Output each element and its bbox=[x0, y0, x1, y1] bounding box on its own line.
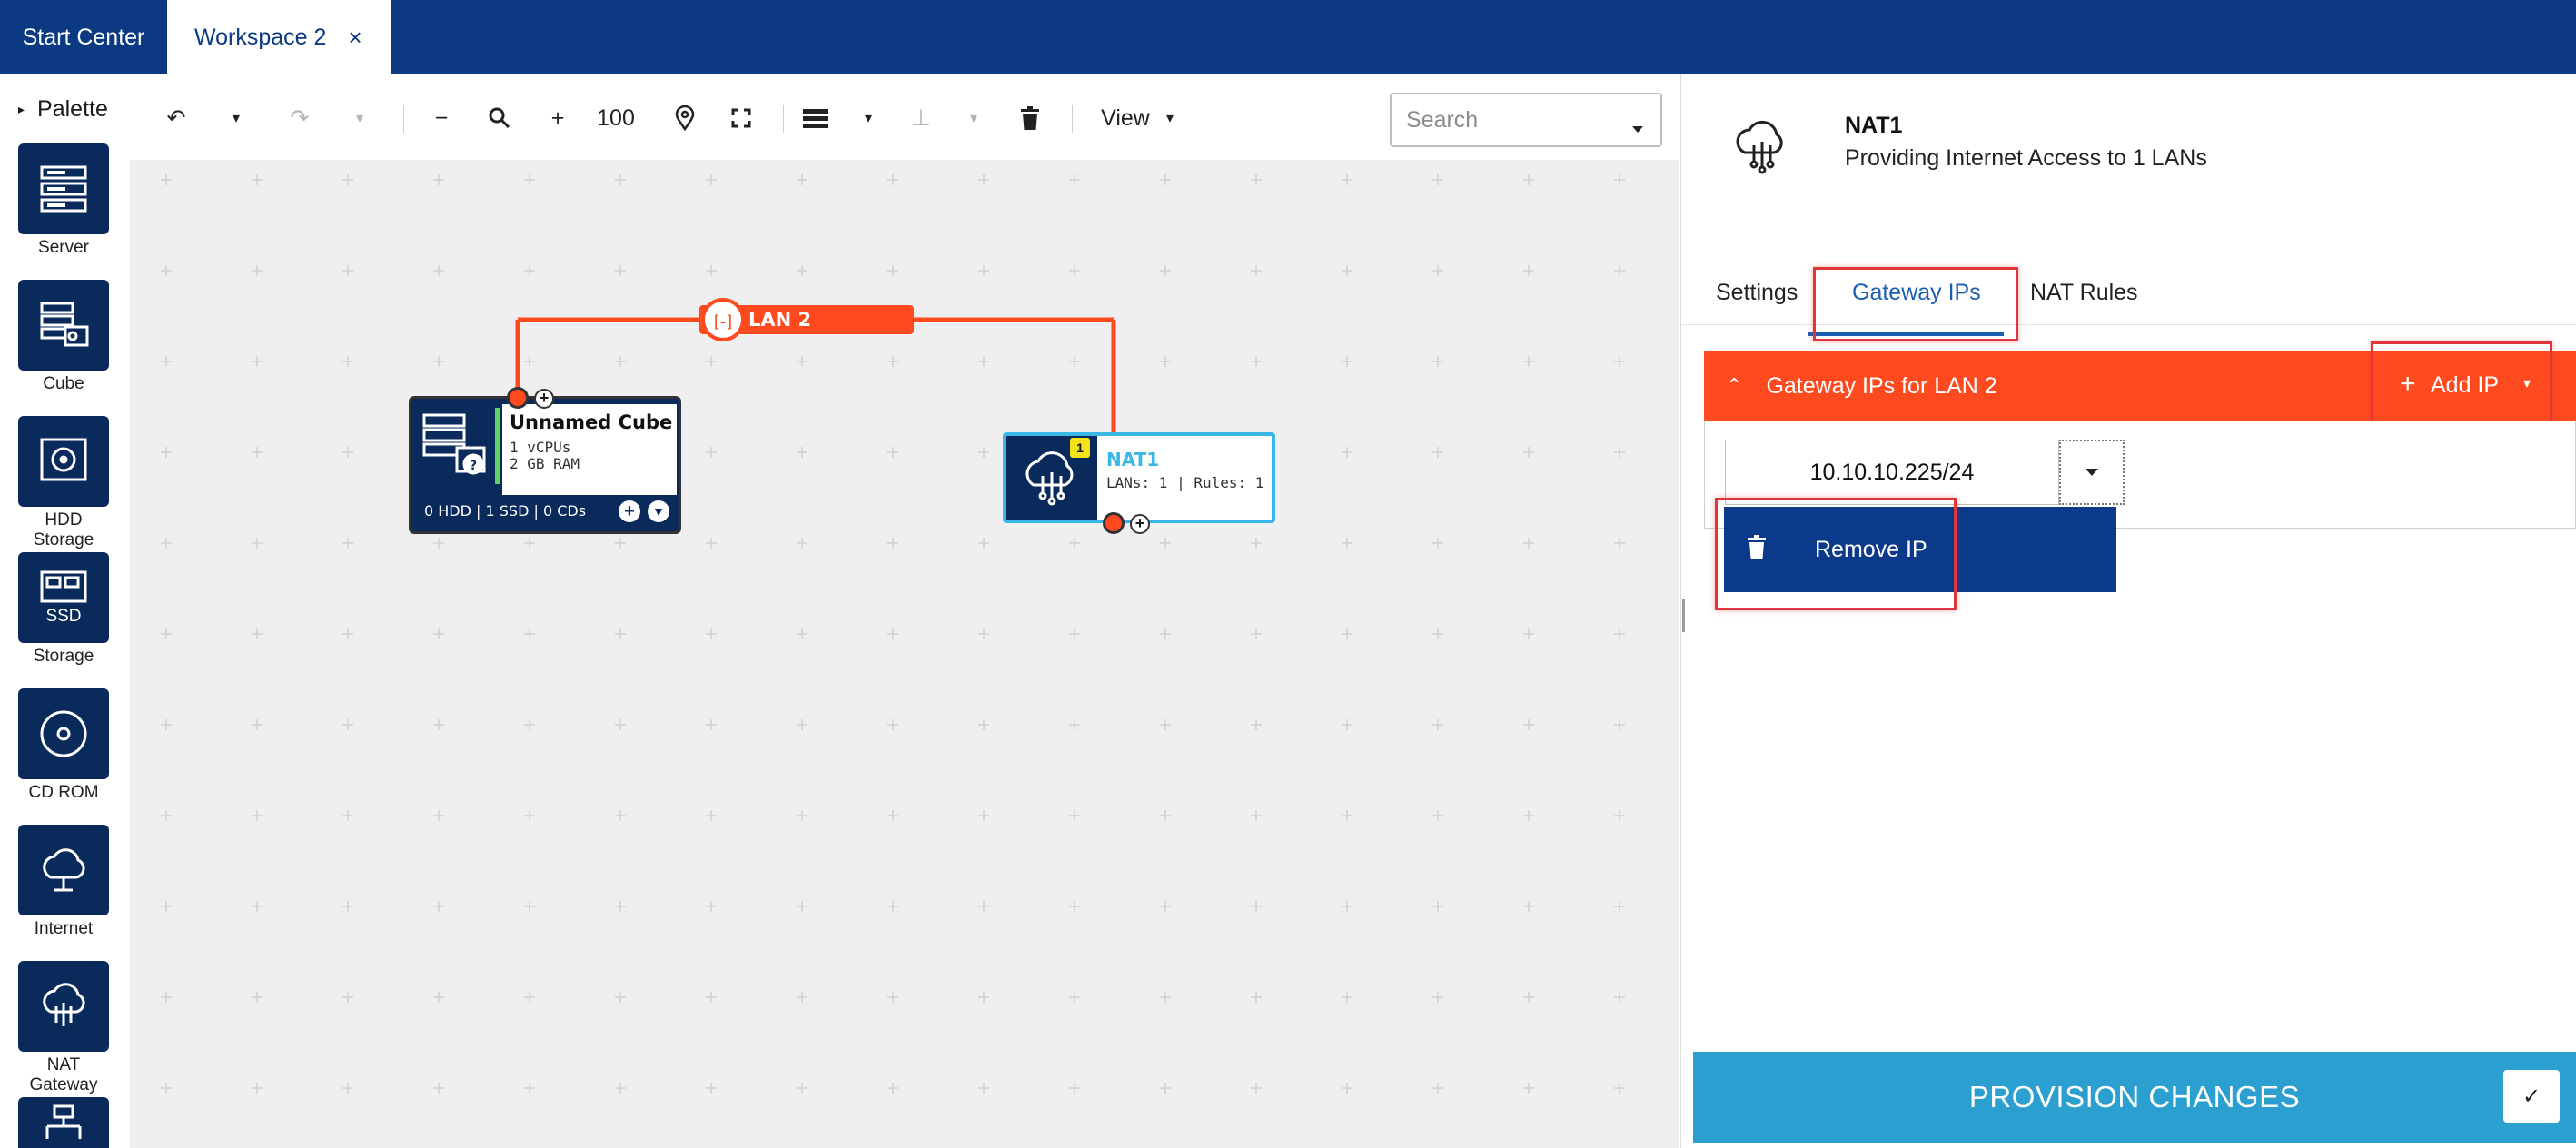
nat-rules-badge: 1 bbox=[1070, 438, 1090, 458]
nat-add-port-icon[interactable]: + bbox=[1130, 514, 1150, 534]
highlight-gateway-ips-tab bbox=[1813, 267, 2018, 341]
panel-subtitle: Providing Internet Access to 1 LANs bbox=[1845, 145, 2207, 171]
cube-ram: 2 GB RAM bbox=[510, 455, 580, 472]
svg-text:[-]: [-] bbox=[714, 312, 733, 332]
tab-settings[interactable]: Settings bbox=[1716, 280, 1798, 325]
lan-label[interactable]: LAN 2 bbox=[748, 309, 811, 331]
cube-add-port-icon[interactable]: + bbox=[534, 389, 554, 409]
properties-panel: NAT1 Providing Internet Access to 1 LANs… bbox=[1680, 74, 2576, 1148]
cube-node-icon: ? bbox=[421, 411, 493, 489]
cube-node[interactable]: ? Unnamed Cube 1 vCPUs 2 GB RAM 0 HDD | … bbox=[409, 396, 681, 534]
cube-storage-summary: 0 HDD | 1 SSD | 0 CDs bbox=[424, 502, 587, 520]
highlight-remove-ip bbox=[1715, 498, 1957, 610]
nat-node-icon: 1 bbox=[1006, 436, 1097, 520]
cube-name: Unnamed Cube bbox=[510, 411, 673, 433]
cube-lan-port[interactable] bbox=[507, 387, 529, 409]
ip-options-dropdown[interactable] bbox=[2059, 440, 2125, 505]
nat-gateway-header-icon bbox=[1729, 111, 1796, 183]
nat-node[interactable]: 1 NAT1 LANs: 1 | Rules: 1 bbox=[1003, 432, 1275, 523]
add-icon[interactable]: + bbox=[619, 500, 640, 522]
cube-cpus: 1 vCPUs bbox=[510, 439, 571, 456]
highlight-add-ip bbox=[2371, 341, 2552, 434]
panel-resize-handle[interactable] bbox=[1682, 599, 1685, 632]
nat-lan-port[interactable] bbox=[1103, 512, 1125, 534]
gateway-ip-field[interactable]: 10.10.10.225/24 bbox=[1725, 440, 2059, 505]
panel-title: NAT1 bbox=[1845, 113, 1903, 138]
svg-text:?: ? bbox=[470, 459, 477, 473]
checkmark-icon[interactable]: ✓ bbox=[2503, 1070, 2560, 1123]
nat-node-name: NAT1 bbox=[1106, 449, 1160, 470]
provision-changes-button[interactable]: PROVISION CHANGES bbox=[1693, 1052, 2576, 1143]
caret-down-icon bbox=[2086, 469, 2098, 476]
cube-status-bar bbox=[495, 408, 500, 484]
gateway-ips-section-title: Gateway IPs for LAN 2 bbox=[1766, 372, 1997, 399]
nat-node-info: LANs: 1 | Rules: 1 bbox=[1106, 474, 1264, 491]
expand-icon[interactable]: ▼ bbox=[648, 500, 669, 522]
collapse-chevron-icon[interactable]: ⌃ bbox=[1726, 374, 1742, 398]
tab-nat-rules[interactable]: NAT Rules bbox=[2030, 280, 2138, 325]
